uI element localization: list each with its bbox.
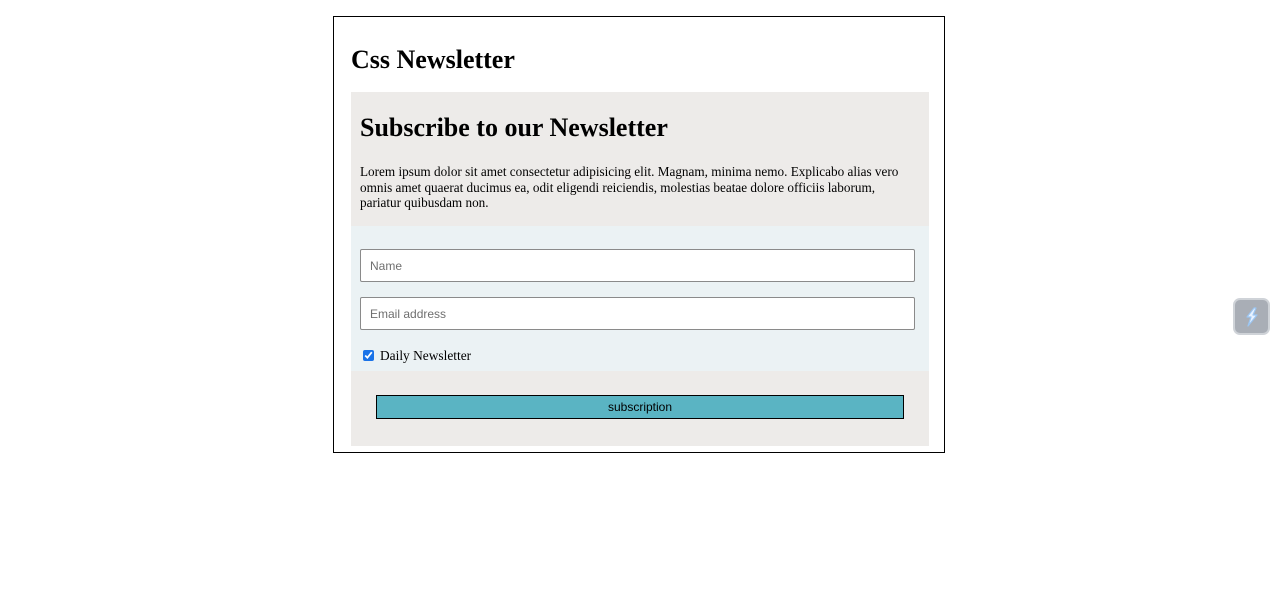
daily-newsletter-option: Daily Newsletter (363, 345, 471, 365)
extension-widget[interactable] (1233, 298, 1270, 335)
newsletter-container: Css Newsletter Subscribe to our Newslett… (333, 16, 945, 453)
daily-newsletter-label[interactable]: Daily Newsletter (380, 348, 471, 363)
subscribe-form: Daily Newsletter (351, 226, 929, 371)
email-input[interactable] (360, 297, 915, 330)
page-title: Css Newsletter (351, 45, 515, 74)
name-input[interactable] (360, 249, 915, 282)
newsletter-heading: Subscribe to our Newsletter (360, 113, 668, 142)
subscription-button[interactable]: subscription (376, 395, 904, 419)
submit-section: subscription (351, 371, 929, 446)
lightning-bolt-icon (1245, 306, 1258, 327)
newsletter-description: Lorem ipsum dolor sit amet consectetur a… (360, 164, 899, 210)
newsletter-header: Subscribe to our Newsletter Lorem ipsum … (351, 92, 929, 226)
daily-newsletter-checkbox[interactable] (363, 349, 374, 361)
